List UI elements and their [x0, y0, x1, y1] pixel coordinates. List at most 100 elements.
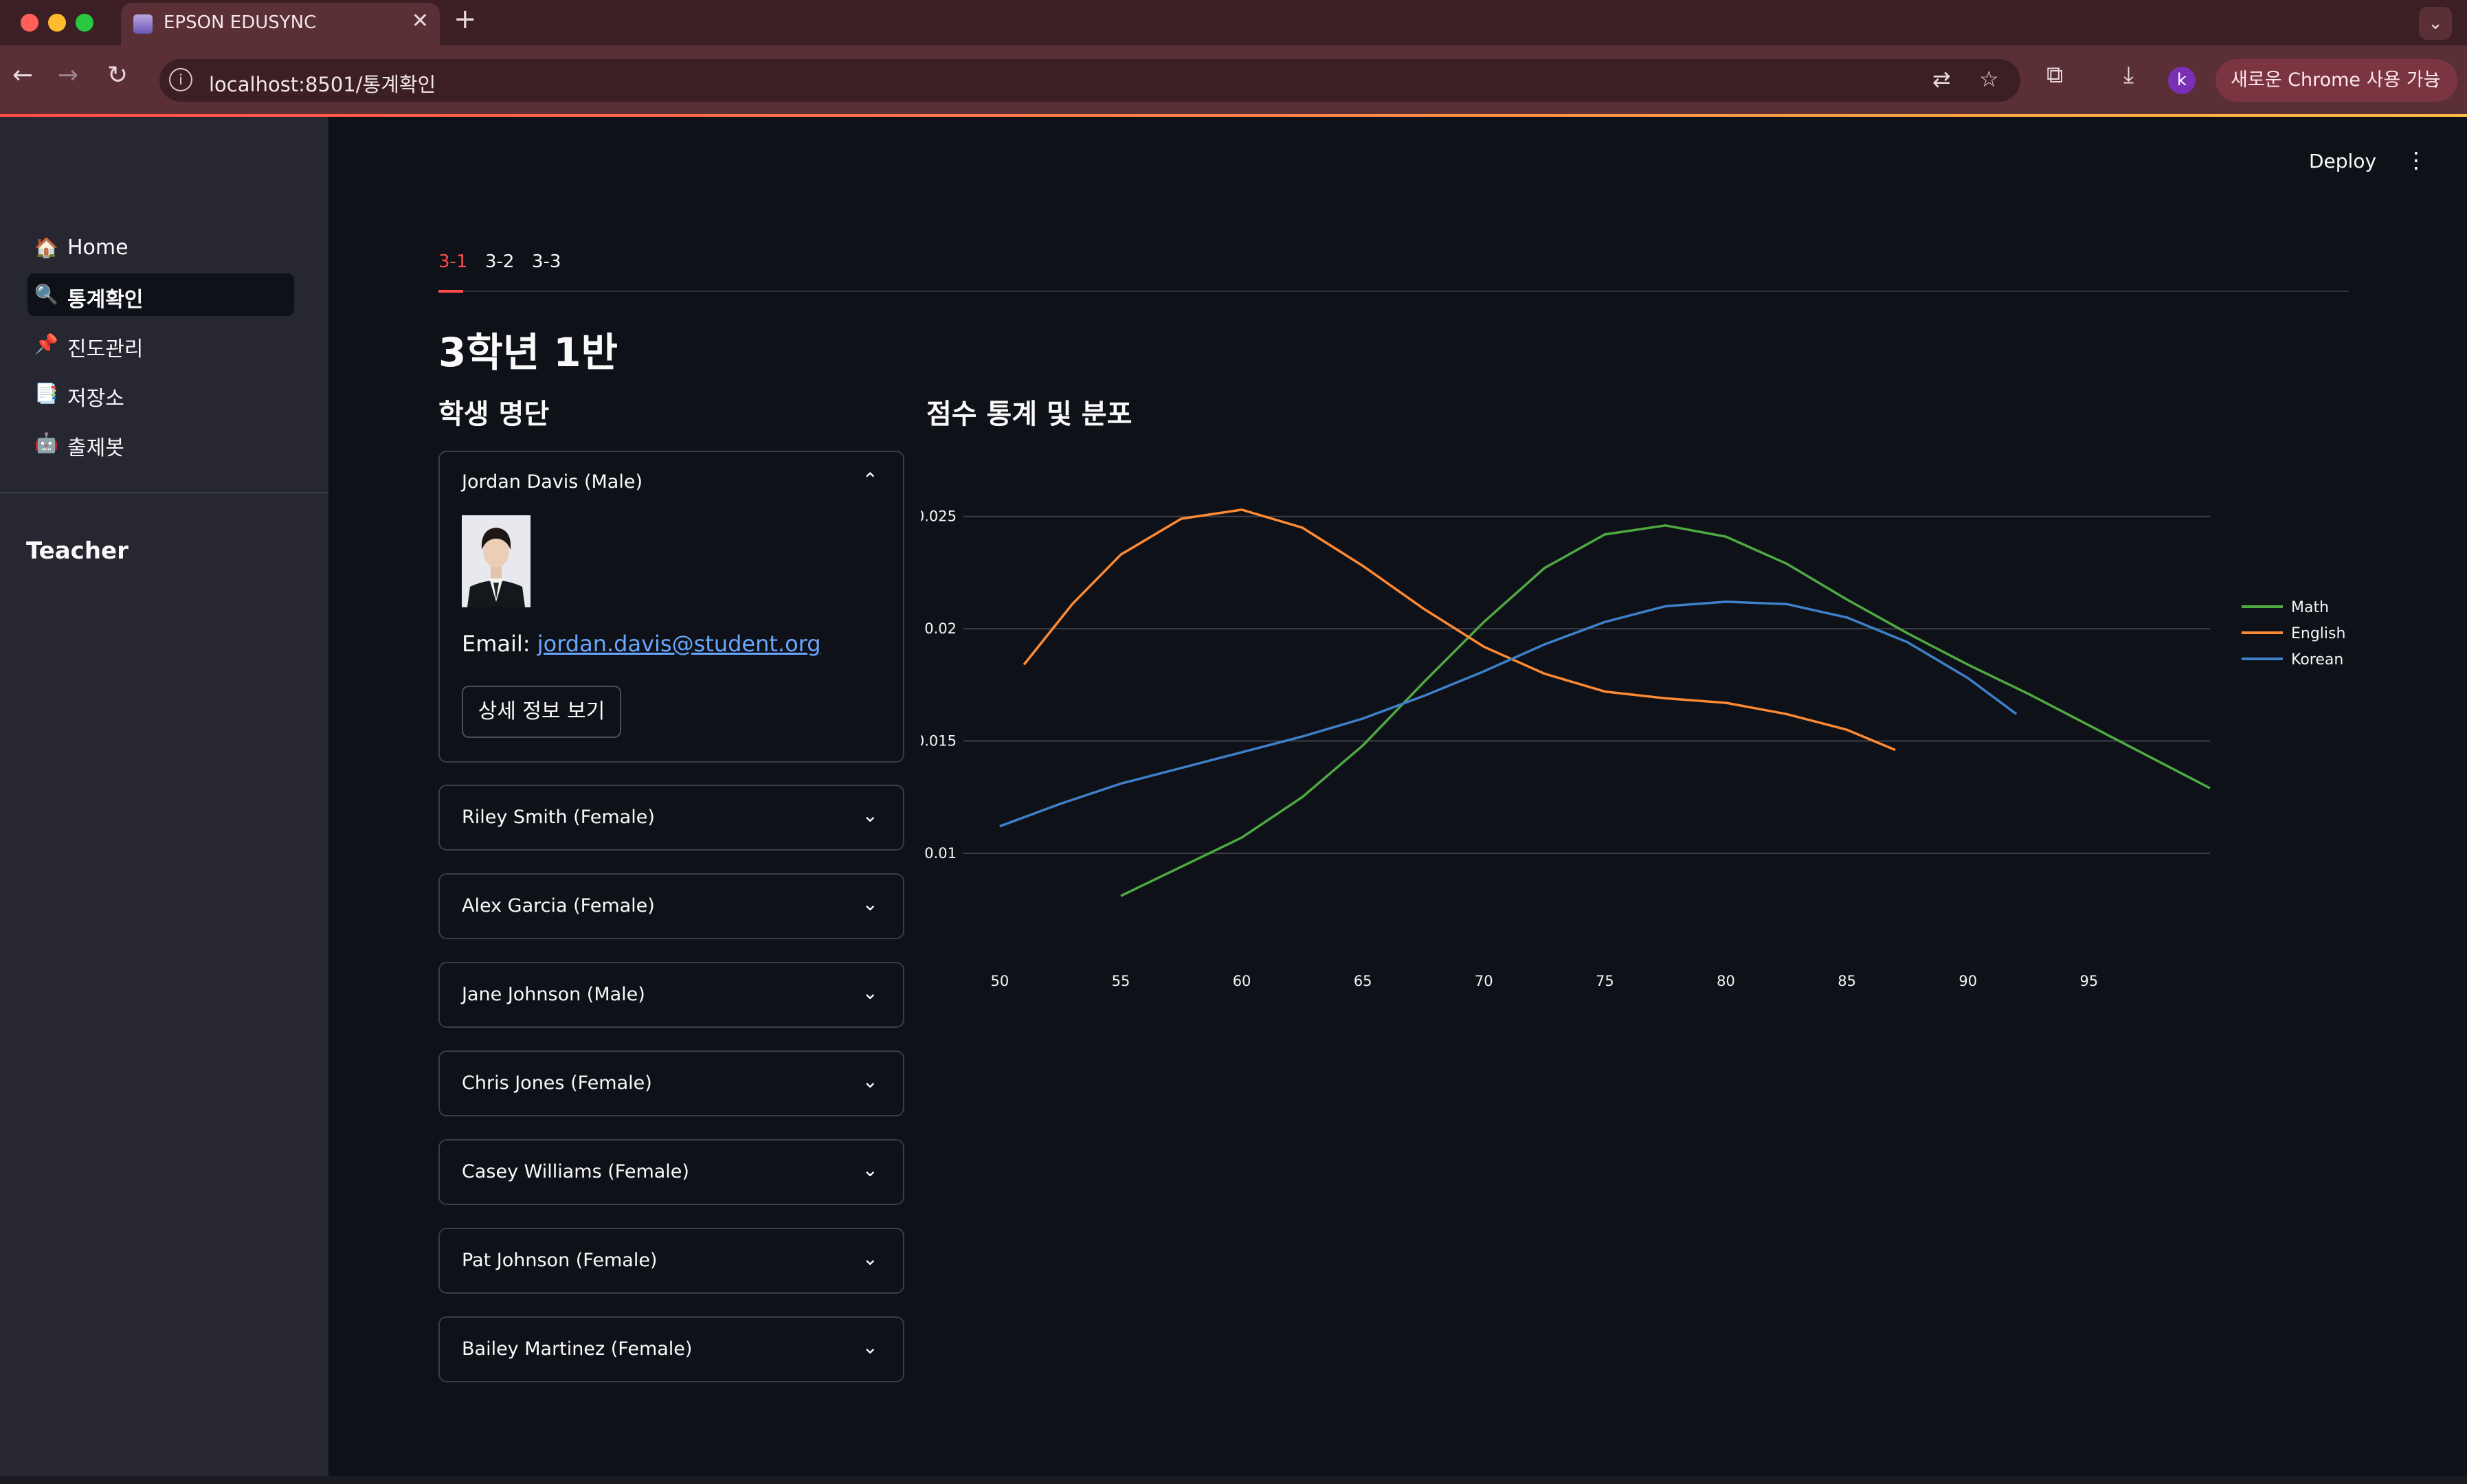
x-tick-label: 60 — [1233, 973, 1251, 989]
forward-arrow-icon[interactable]: → — [58, 63, 78, 88]
student-name: Riley Smith (Female) — [462, 807, 655, 828]
favicon-icon — [133, 14, 153, 34]
chrome-update-label: 새로운 Chrome 사용 가능 — [2231, 69, 2441, 91]
chevron-down-icon: ⌄ — [862, 1336, 878, 1358]
sidebar-item-label: Home — [67, 236, 129, 260]
student-expander[interactable]: Pat Johnson (Female) ⌄ — [438, 1228, 904, 1294]
active-tab-indicator — [438, 290, 463, 293]
email-label: Email: — [462, 631, 537, 657]
chevron-down-icon: ⌄ — [862, 1158, 878, 1181]
kebab-menu-icon[interactable]: ⋮ — [2426, 59, 2445, 102]
x-tick-label: 55 — [1112, 973, 1130, 989]
window-close-button[interactable] — [21, 14, 38, 32]
chevron-up-icon[interactable]: ⌃ — [862, 469, 878, 491]
tab-class-3-3[interactable]: 3-3 — [532, 251, 561, 272]
student-expander[interactable]: Chris Jones (Female) ⌄ — [438, 1050, 904, 1116]
student-name: Chris Jones (Female) — [462, 1072, 652, 1094]
browser-tab[interactable]: EPSON EDUSYNC ✕ — [121, 3, 440, 45]
download-icon[interactable]: ⤓ — [2123, 63, 2134, 87]
tab-class-3-1[interactable]: 3-1 — [438, 251, 467, 272]
student-photo — [462, 515, 531, 607]
chevron-down-icon: ⌄ — [862, 804, 878, 827]
window-bottom-edge — [0, 1476, 2467, 1484]
tab-search-button[interactable]: ⌄ — [2419, 7, 2452, 40]
browser-tab-bar: EPSON EDUSYNC ✕ + ⌄ — [0, 0, 2467, 45]
series-line-english — [1023, 508, 1896, 752]
x-tick-label: 95 — [2080, 973, 2099, 989]
student-expander[interactable]: Jane Johnson (Male) ⌄ — [438, 962, 904, 1028]
header-accent-line — [0, 114, 2467, 117]
window-zoom-button[interactable] — [76, 14, 93, 32]
tab-class-3-2[interactable]: 3-2 — [485, 251, 514, 272]
x-tick-label: 80 — [1717, 973, 1735, 989]
stats-header: 점수 통계 및 분포 — [926, 398, 1132, 430]
sidebar-item-label: 통계확인 — [67, 288, 144, 312]
sidebar-item-home[interactable]: 🏠 Home — [27, 227, 294, 269]
back-arrow-icon[interactable]: ← — [12, 63, 33, 88]
student-name: Casey Williams (Female) — [462, 1161, 689, 1182]
new-tab-button[interactable]: + — [454, 5, 477, 33]
sidebar-item-label: 진도관리 — [67, 337, 144, 361]
deploy-button[interactable]: Deploy — [2309, 150, 2376, 172]
house-icon: 🏠 — [34, 236, 58, 259]
tab-close-icon[interactable]: ✕ — [412, 11, 429, 32]
legend-label: Korean — [2291, 651, 2343, 668]
y-tick-label: 0.025 — [921, 508, 957, 525]
sidebar-item-label: 저장소 — [67, 387, 124, 411]
tab-title: EPSON EDUSYNC — [164, 12, 317, 33]
student-expander[interactable]: Alex Garcia (Female) ⌄ — [438, 873, 904, 939]
student-expander[interactable]: Riley Smith (Female) ⌄ — [438, 785, 904, 851]
site-info-icon[interactable]: i — [169, 68, 192, 91]
student-name: Alex Garcia (Female) — [462, 895, 655, 917]
legend-label: Math — [2291, 599, 2329, 616]
chevron-down-icon: ⌄ — [862, 1247, 878, 1270]
x-tick-label: 65 — [1354, 973, 1372, 989]
chevron-down-icon: ⌄ — [862, 981, 878, 1004]
sidebar-item-storage[interactable]: 📑 저장소 — [27, 372, 294, 415]
x-tick-label: 85 — [1838, 973, 1856, 989]
address-bar[interactable]: i localhost:8501/통계확인 ⇄ ☆ — [159, 59, 2020, 102]
star-icon[interactable]: ☆ — [1979, 66, 1999, 92]
student-expander-expanded: Jordan Davis (Male) ⌃ Email: jordan.davi… — [438, 451, 904, 763]
sidebar-item-label: 출제봇 — [67, 436, 124, 460]
bookmark-tabs-icon: 📑 — [34, 382, 58, 405]
x-tick-label: 75 — [1596, 973, 1614, 989]
x-tick-label: 50 — [990, 973, 1009, 989]
url-text[interactable]: localhost:8501/통계확인 — [209, 69, 436, 98]
chevron-down-icon: ⌄ — [862, 892, 878, 915]
student-email-line: Email: jordan.davis@student.org — [462, 631, 821, 657]
sidebar-user-role: Teacher — [26, 537, 129, 565]
student-name: Jane Johnson (Male) — [462, 984, 645, 1005]
sidebar-divider — [0, 492, 328, 493]
student-expander[interactable]: Casey Williams (Female) ⌄ — [438, 1139, 904, 1205]
main-menu-icon[interactable]: ⋮ — [2405, 147, 2427, 173]
pushpin-icon: 📌 — [34, 333, 58, 355]
view-details-button[interactable]: 상세 정보 보기 — [462, 686, 621, 738]
x-tick-label: 70 — [1475, 973, 1493, 989]
extensions-icon[interactable]: ⧉ — [2046, 63, 2063, 87]
chrome-update-button[interactable]: 새로운 Chrome 사용 가능 ⋮ — [2215, 59, 2457, 102]
y-tick-label: 0.01 — [924, 845, 957, 862]
reload-icon[interactable]: ↻ — [107, 63, 128, 88]
legend-label: English — [2291, 625, 2345, 642]
series-line-korean — [999, 600, 2018, 828]
score-distribution-chart: 0.01 0.015 0.02 0.025 50 55 60 65 70 75 80 85 90 95 Ma… — [921, 508, 2345, 989]
chevron-down-icon: ⌄ — [862, 1070, 878, 1092]
roster-header: 학생 명단 — [438, 398, 550, 430]
y-tick-label: 0.02 — [924, 620, 957, 637]
series-line-math — [1120, 524, 2211, 897]
window-minimize-button[interactable] — [48, 14, 66, 32]
y-tick-label: 0.015 — [921, 733, 957, 750]
student-name[interactable]: Jordan Davis (Male) — [462, 471, 643, 493]
profile-avatar[interactable]: k — [2168, 67, 2196, 94]
robot-icon: 🤖 — [34, 431, 58, 454]
student-name: Bailey Martinez (Female) — [462, 1338, 693, 1360]
sidebar-item-statistics[interactable]: 🔍 통계확인 — [27, 273, 294, 316]
translate-icon[interactable]: ⇄ — [1932, 66, 1951, 92]
sidebar-item-progress[interactable]: 📌 진도관리 — [27, 323, 294, 366]
sidebar-item-quizbot[interactable]: 🤖 출제봇 — [27, 422, 294, 464]
tabs-divider — [438, 291, 2349, 292]
student-expander[interactable]: Bailey Martinez (Female) ⌄ — [438, 1316, 904, 1382]
email-link[interactable]: jordan.davis@student.org — [537, 631, 821, 657]
student-name: Pat Johnson (Female) — [462, 1250, 658, 1271]
